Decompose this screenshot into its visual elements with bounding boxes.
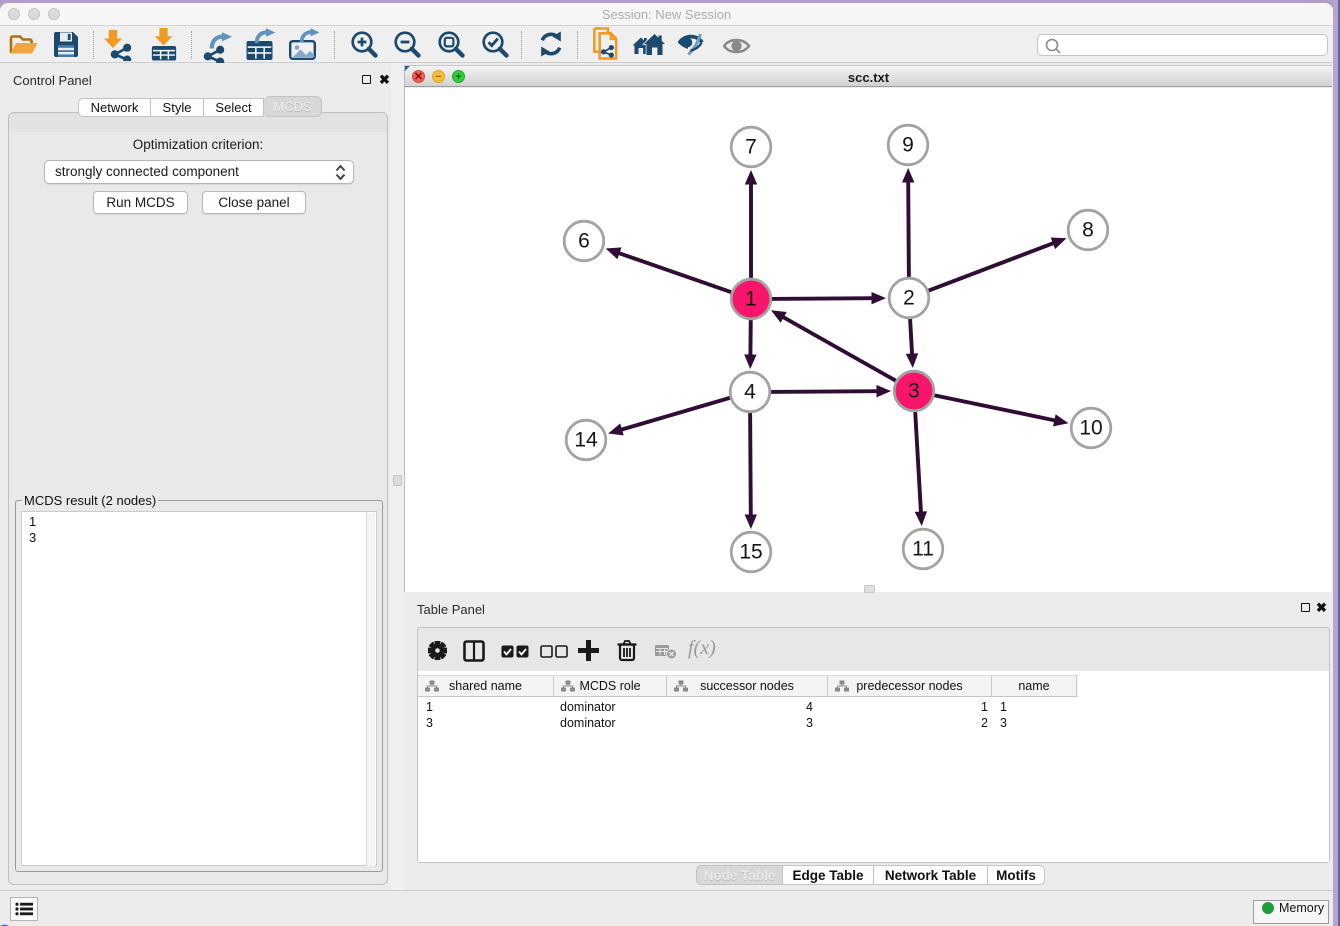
svg-text:7: 7 — [745, 136, 757, 159]
svg-text:15: 15 — [739, 541, 762, 564]
svg-text:f(x): f(x) — [688, 638, 716, 659]
svg-text:4: 4 — [744, 381, 756, 404]
svg-text:11: 11 — [912, 538, 934, 561]
svg-text:3: 3 — [908, 380, 920, 403]
svg-text:10: 10 — [1079, 417, 1102, 440]
svg-text:2: 2 — [903, 287, 915, 310]
svg-text:8: 8 — [1082, 219, 1094, 242]
svg-text:6: 6 — [578, 230, 590, 253]
svg-text:9: 9 — [902, 134, 914, 157]
svg-text:14: 14 — [574, 429, 598, 452]
svg-text:1: 1 — [745, 288, 757, 311]
